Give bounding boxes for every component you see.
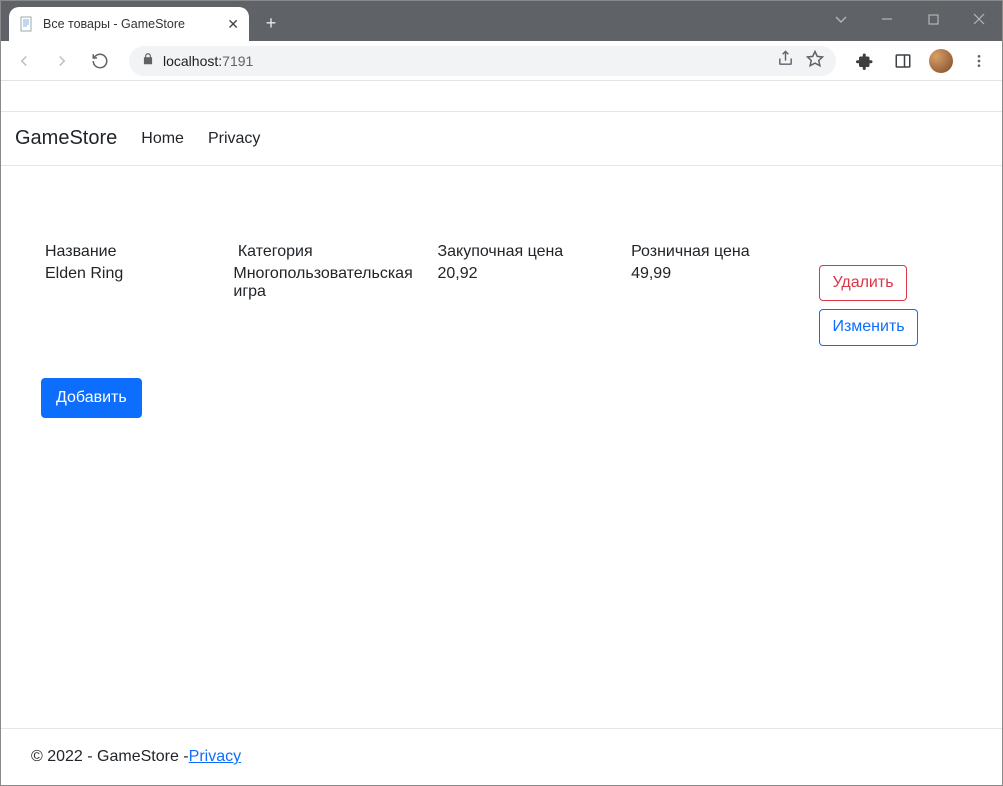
browser-window: Все товары - GameStore ✕ + localhost:719… — [0, 0, 1003, 786]
main-content: Название Категория Закупочная цена Розни… — [1, 166, 1002, 728]
th-purchase-price: Закупочная цена — [433, 241, 627, 263]
nav-link-home[interactable]: Home — [141, 130, 184, 148]
tab-title: Все товары - GameStore — [43, 17, 219, 31]
footer-text: © 2022 - GameStore - — [31, 748, 189, 766]
address-text: localhost:7191 — [163, 53, 253, 69]
extensions-icon[interactable] — [848, 44, 882, 78]
address-bar[interactable]: localhost:7191 — [129, 46, 836, 76]
forward-icon[interactable] — [45, 44, 79, 78]
browser-tab[interactable]: Все товары - GameStore ✕ — [9, 7, 249, 41]
profile-avatar[interactable] — [924, 44, 958, 78]
share-icon[interactable] — [777, 50, 794, 71]
titlebar: Все товары - GameStore ✕ + — [1, 1, 1002, 41]
cell-retail-price: 49,99 — [627, 263, 815, 348]
address-host: localhost: — [163, 53, 222, 69]
bookmark-star-icon[interactable] — [806, 50, 824, 71]
delete-button[interactable]: Удалить — [819, 265, 906, 301]
avatar — [929, 49, 953, 73]
window-dropdown-icon[interactable] — [818, 1, 864, 37]
edit-button[interactable]: Изменить — [819, 309, 917, 345]
cell-purchase-price: 20,92 — [433, 263, 627, 348]
brand[interactable]: GameStore — [15, 127, 117, 150]
favicon-icon — [19, 16, 35, 32]
products-table: Название Категория Закупочная цена Розни… — [41, 241, 962, 348]
tab-close-icon[interactable]: ✕ — [227, 16, 239, 33]
table-header-row: Название Категория Закупочная цена Розни… — [41, 241, 962, 263]
page-viewport: GameStore Home Privacy Название Категори… — [1, 81, 1002, 785]
window-maximize-icon[interactable] — [910, 1, 956, 37]
sidepanel-icon[interactable] — [886, 44, 920, 78]
window-minimize-icon[interactable] — [864, 1, 910, 37]
cell-name: Elden Ring — [41, 263, 229, 348]
back-icon[interactable] — [7, 44, 41, 78]
footer-privacy-link[interactable]: Privacy — [189, 748, 241, 766]
window-controls — [818, 1, 1002, 37]
cell-category: Многопользовательская игра — [229, 263, 433, 348]
add-button[interactable]: Добавить — [41, 378, 142, 418]
lock-icon — [141, 52, 155, 69]
th-retail-price: Розничная цена — [627, 241, 815, 263]
nav-link-privacy[interactable]: Privacy — [208, 130, 260, 148]
row-actions: Удалить Изменить — [819, 265, 958, 346]
th-name: Название — [41, 241, 229, 263]
reload-icon[interactable] — [83, 44, 117, 78]
th-category: Категория — [229, 241, 433, 263]
address-port: 7191 — [222, 53, 253, 69]
browser-toolbar: localhost:7191 — [1, 41, 1002, 81]
new-tab-button[interactable]: + — [257, 9, 285, 37]
site-footer: © 2022 - GameStore - Privacy — [1, 728, 1002, 785]
site-navbar: GameStore Home Privacy — [1, 111, 1002, 166]
table-row: Elden Ring Многопользовательская игра 20… — [41, 263, 962, 348]
kebab-menu-icon[interactable] — [962, 44, 996, 78]
window-close-icon[interactable] — [956, 1, 1002, 37]
